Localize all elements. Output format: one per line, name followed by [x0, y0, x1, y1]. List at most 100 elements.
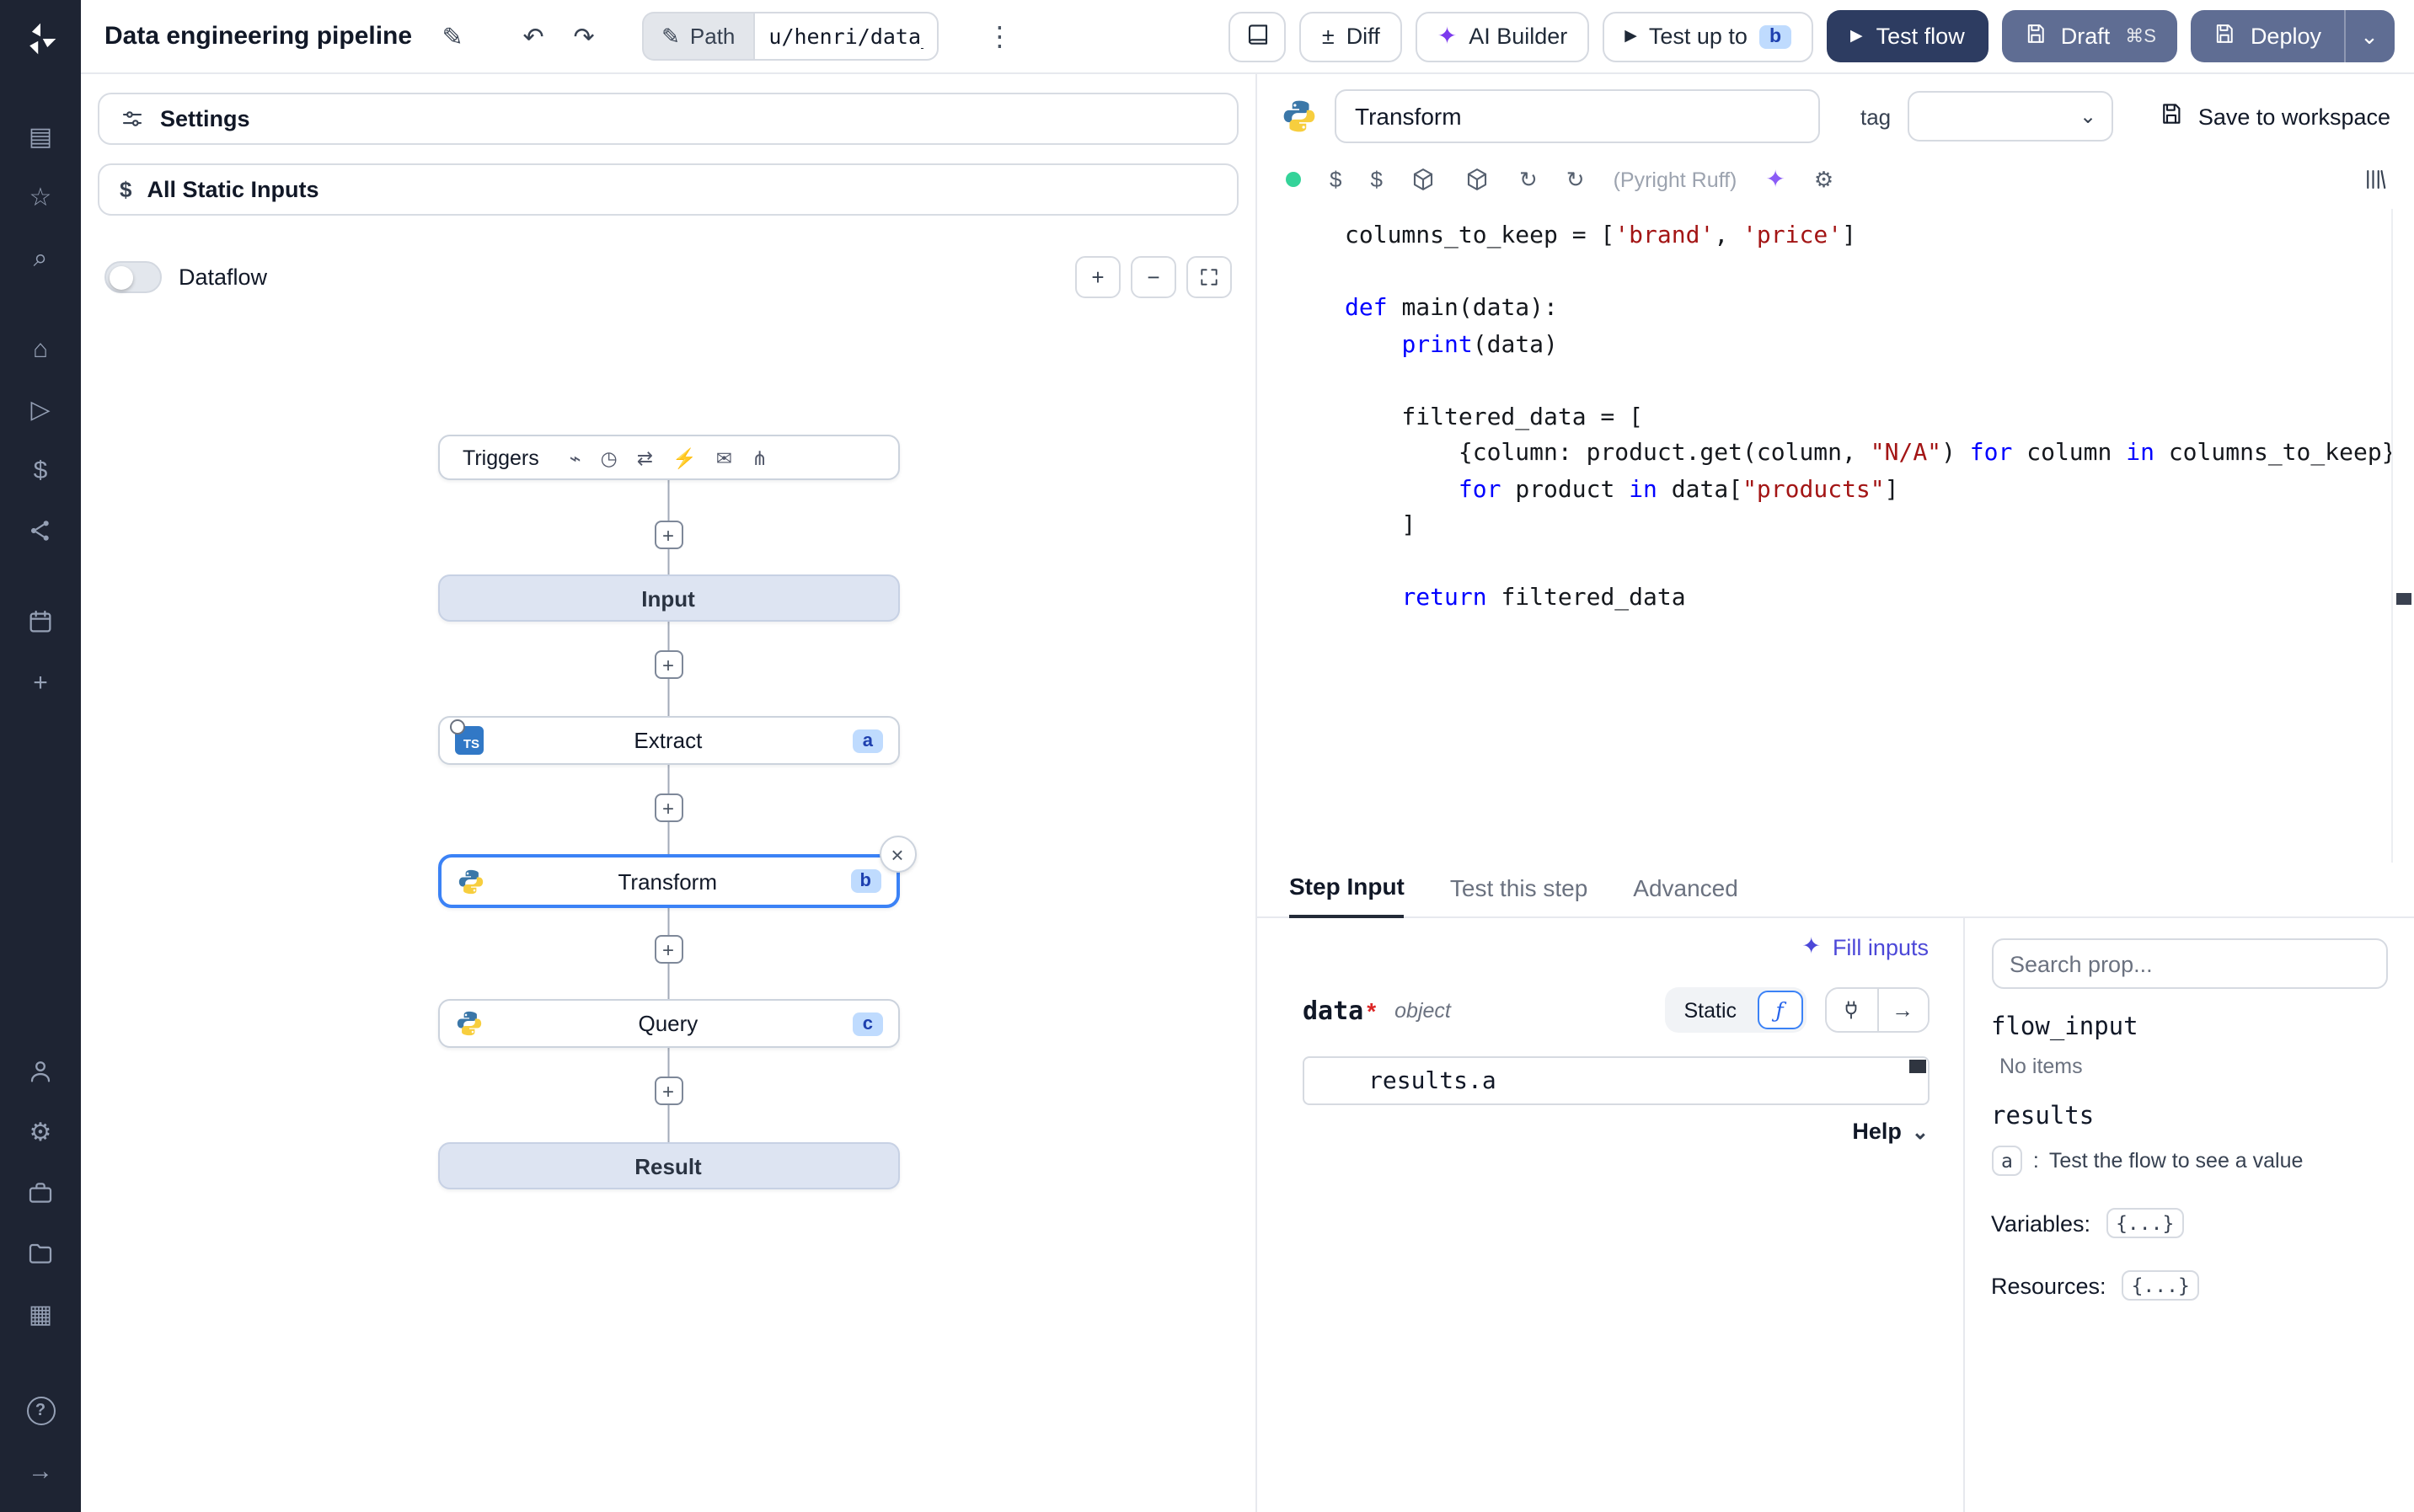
redo-button[interactable]: ↷	[560, 13, 608, 60]
apps-icon[interactable]: ▤	[13, 113, 67, 160]
runs-icon[interactable]: ▷	[13, 386, 67, 433]
static-mode-button[interactable]: Static	[1668, 995, 1752, 1025]
kafka-icon[interactable]: ⋔	[752, 446, 768, 469]
path-label: Path	[689, 24, 736, 49]
settings-gear-icon[interactable]: ⚙	[13, 1108, 67, 1155]
deploy-menu-button[interactable]: ⌄	[2343, 10, 2394, 62]
input-node[interactable]: Input	[437, 574, 899, 622]
remove-step-button[interactable]: ×	[879, 836, 916, 873]
expand-sidebar-icon[interactable]: →	[13, 1448, 67, 1495]
chevron-down-icon: ⌄	[2079, 104, 2097, 128]
more-menu-button[interactable]: ⋮	[976, 13, 1023, 60]
step-id-badge: a	[853, 729, 882, 752]
variable-picker-icon[interactable]: $	[1330, 167, 1341, 192]
editor-settings-icon[interactable]: ⚙	[1814, 166, 1833, 193]
flow-input-empty: No items	[1999, 1055, 2083, 1078]
props-panel: flow_input No items results a : Test the…	[1962, 918, 2414, 1512]
extract-node[interactable]: TS Extract a	[437, 716, 899, 765]
docs-button[interactable]	[1228, 11, 1287, 61]
save-icon	[2213, 22, 2237, 51]
plug-icon[interactable]	[1826, 989, 1876, 1031]
zoom-out-button[interactable]: −	[1131, 256, 1176, 298]
triggers-label: Triggers	[463, 446, 539, 469]
flow-canvas[interactable]: Triggers ⌁ ◷ ⇄ ⚡ ✉ ⋔ + Input + TS Extrac…	[81, 377, 1255, 1512]
editor-overview-ruler[interactable]	[2390, 209, 2414, 863]
triggers-node[interactable]: Triggers ⌁ ◷ ⇄ ⚡ ✉ ⋔	[437, 435, 899, 480]
schedules-icon[interactable]	[13, 598, 67, 645]
ai-wand-icon[interactable]: ✦	[1765, 165, 1785, 194]
variables-icon[interactable]: $	[13, 446, 67, 494]
path-input[interactable]	[753, 12, 939, 61]
add-step-button[interactable]: +	[654, 793, 682, 822]
help-icon[interactable]: ?	[13, 1387, 67, 1435]
add-step-button[interactable]: +	[654, 935, 682, 964]
flow-input-item[interactable]: flow_input	[1991, 1014, 2387, 1041]
arrow-right-icon[interactable]: →	[1876, 989, 1927, 1031]
expression-value: results.a	[1368, 1067, 1496, 1094]
search-icon[interactable]: ⌕	[13, 234, 67, 281]
step-id-badge: b	[850, 869, 880, 893]
fit-view-button[interactable]	[1186, 256, 1232, 298]
dataflow-toggle[interactable]	[104, 261, 162, 293]
variables-row[interactable]: Variables: {...}	[1991, 1208, 2387, 1238]
all-static-inputs-button[interactable]: $ All Static Inputs	[98, 163, 1239, 216]
package-icon[interactable]	[1465, 167, 1491, 192]
flow-toolbar: Dataflow + −	[104, 256, 1232, 298]
reload-icon[interactable]: ↻	[1519, 166, 1538, 193]
code-editor[interactable]: columns_to_keep = ['brand', 'price'] def…	[1257, 209, 2414, 863]
code-line: ]	[1345, 512, 1416, 539]
path-button[interactable]: ✎ Path	[641, 12, 754, 61]
resource-picker-icon[interactable]: $	[1370, 167, 1382, 192]
tab-test-this-step[interactable]: Test this step	[1450, 874, 1587, 916]
user-icon[interactable]	[13, 1047, 67, 1094]
result-node[interactable]: Result	[437, 1142, 899, 1189]
favorites-star-icon[interactable]: ☆	[13, 174, 67, 221]
add-icon[interactable]: +	[13, 659, 67, 706]
layout-columns-icon[interactable]	[2362, 167, 2387, 192]
tab-step-input[interactable]: Step Input	[1289, 873, 1405, 918]
test-flow-button[interactable]: ▶ Test flow	[1827, 10, 1988, 62]
webhook-icon[interactable]: ⌁	[570, 446, 581, 469]
draft-button[interactable]: Draft ⌘S	[2001, 10, 2178, 62]
add-step-button[interactable]: +	[654, 650, 682, 679]
undo-button[interactable]: ↶	[510, 13, 557, 60]
workers-icon[interactable]	[13, 1168, 67, 1215]
tag-select[interactable]: ⌄	[1908, 91, 2114, 142]
groups-grid-icon[interactable]: ▦	[13, 1290, 67, 1337]
query-node[interactable]: Query c	[437, 999, 899, 1048]
format-icon[interactable]: ↻	[1566, 166, 1585, 193]
zoom-in-button[interactable]: +	[1075, 256, 1121, 298]
route-icon[interactable]: ⇄	[637, 446, 653, 469]
windmill-logo[interactable]	[15, 15, 66, 62]
lint-assistants-label[interactable]: (Pyright Ruff)	[1614, 168, 1737, 191]
fill-inputs-button[interactable]: ✦ Fill inputs	[1801, 933, 1929, 960]
save-to-workspace-button[interactable]: Save to workspace	[2160, 101, 2390, 131]
schedule-icon[interactable]: ◷	[601, 446, 618, 469]
settings-button[interactable]: Settings	[98, 93, 1239, 145]
edit-title-button[interactable]: ✎	[429, 13, 476, 60]
deploy-button[interactable]: Deploy	[2191, 10, 2343, 62]
tab-advanced[interactable]: Advanced	[1633, 874, 1738, 916]
help-toggle[interactable]: Help ⌄	[1303, 1119, 1929, 1144]
home-icon[interactable]: ⌂	[13, 325, 67, 372]
resources-row[interactable]: Resources: {...}	[1991, 1270, 2387, 1301]
folders-icon[interactable]	[13, 1229, 67, 1276]
results-item[interactable]: results	[1991, 1103, 2387, 1130]
test-up-to-button[interactable]: ▶ Test up to b	[1603, 11, 1814, 61]
pencil-icon: ✎	[661, 23, 680, 48]
expression-mode-button[interactable]: ƒ	[1757, 991, 1802, 1029]
transform-node-selected[interactable]: Transform b ×	[437, 836, 916, 908]
diff-button[interactable]: ± Diff	[1299, 11, 1402, 61]
add-step-button[interactable]: +	[654, 1077, 682, 1105]
step-name-input[interactable]	[1335, 89, 1820, 143]
step-input-form: ✦ Fill inputs data * object Static ƒ → r…	[1257, 918, 1962, 1512]
input-expression-editor[interactable]: results.a	[1303, 1056, 1929, 1105]
add-step-button[interactable]: +	[654, 521, 682, 549]
websocket-icon[interactable]: ⚡	[672, 446, 697, 469]
resources-icon[interactable]	[13, 507, 67, 554]
email-icon[interactable]: ✉	[716, 446, 732, 469]
package-icon[interactable]	[1411, 167, 1437, 192]
result-entry[interactable]: a : Test the flow to see a value	[1991, 1146, 2387, 1176]
ai-builder-button[interactable]: ✦ AI Builder	[1415, 11, 1590, 61]
search-prop-input[interactable]	[1991, 938, 2387, 989]
